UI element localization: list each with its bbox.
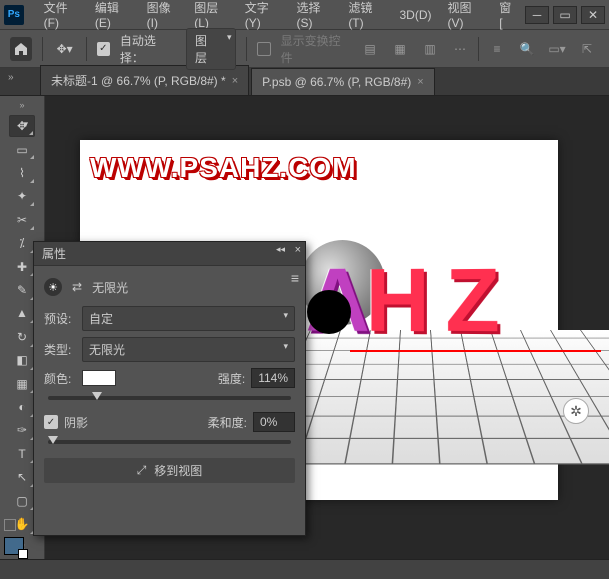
- type-tool[interactable]: T: [9, 443, 35, 464]
- properties-panel: 属性 ◂◂ × ≡ ☀ ⇄ 无限光 预设: 自定 类型: 无限光 颜色: 强度:…: [33, 241, 306, 536]
- panel-collapse-icon[interactable]: ◂◂: [276, 244, 285, 255]
- softness-slider[interactable]: [48, 440, 291, 444]
- 3d-letter-h: H: [366, 250, 430, 354]
- menu-type[interactable]: 文字(Y): [237, 0, 289, 30]
- menu-filter[interactable]: 滤镜(T): [340, 0, 391, 30]
- pen-tool[interactable]: ✑: [9, 420, 35, 441]
- intensity-label: 强度:: [218, 370, 245, 387]
- expand-tabs-icon[interactable]: »: [8, 72, 14, 83]
- horizon-line: [350, 350, 601, 352]
- tab-1-close-icon[interactable]: ×: [232, 75, 238, 87]
- align-right-icon[interactable]: ▥: [418, 37, 442, 61]
- minimize-button[interactable]: ─: [525, 6, 549, 24]
- close-button[interactable]: ✕: [581, 6, 605, 24]
- move-to-view-icon: ⤢: [137, 463, 147, 478]
- shadow-label: 阴影: [64, 414, 88, 431]
- 3d-mode-icon[interactable]: ≡: [485, 37, 509, 61]
- menu-select[interactable]: 选择(S): [289, 0, 341, 30]
- default-colors-icon[interactable]: [4, 519, 16, 531]
- align-left-icon[interactable]: ▤: [358, 37, 382, 61]
- align-center-icon[interactable]: ▦: [388, 37, 412, 61]
- intensity-slider[interactable]: [48, 396, 291, 400]
- panel-menu-icon[interactable]: ≡: [291, 270, 299, 286]
- blur-tool[interactable]: ◐: [9, 396, 35, 417]
- healing-tool[interactable]: ✚: [9, 256, 35, 277]
- menu-image[interactable]: 图像(I): [139, 0, 187, 30]
- 3d-widget-button[interactable]: ✲: [563, 398, 589, 424]
- workspace-icon[interactable]: ▭▾: [545, 37, 569, 61]
- separator: [86, 37, 87, 61]
- move-to-view-button[interactable]: ⤢ 移到视图: [44, 458, 295, 483]
- shadow-checkbox[interactable]: ✓: [44, 415, 58, 429]
- toolbox-expand-icon[interactable]: »: [19, 100, 24, 110]
- tab-2-close-icon[interactable]: ×: [417, 76, 423, 88]
- light-type-label: 无限光: [92, 279, 128, 296]
- lasso-tool[interactable]: ⌇: [9, 162, 35, 183]
- menu-3d[interactable]: 3D(D): [391, 8, 439, 22]
- magic-wand-tool[interactable]: ✦: [9, 186, 35, 207]
- history-brush-tool[interactable]: ↻: [9, 326, 35, 347]
- ps-logo: Ps: [4, 5, 24, 25]
- autoselect-label: 自动选择：: [120, 32, 176, 66]
- search-icon[interactable]: 🔍: [515, 37, 539, 61]
- intensity-value[interactable]: 114%: [251, 368, 295, 388]
- light-widget[interactable]: [307, 290, 351, 334]
- tab-2-label: P.psb @ 66.7% (P, RGB/8#): [262, 75, 411, 89]
- type-label: 类型:: [44, 341, 76, 358]
- share-icon[interactable]: ⇱: [575, 37, 599, 61]
- move-to-view-label: 移到视图: [154, 462, 202, 479]
- panel-title[interactable]: 属性: [42, 245, 66, 262]
- 3d-letter-z: Z: [445, 250, 499, 354]
- move-tool[interactable]: ✥: [9, 115, 35, 137]
- menu-layer[interactable]: 图层(L): [186, 0, 237, 30]
- stamp-tool[interactable]: ▲: [9, 303, 35, 324]
- statusbar: [0, 559, 609, 579]
- tab-1-label: 未标题-1 @ 66.7% (P, RGB/8#) *: [51, 72, 226, 89]
- maximize-button[interactable]: ▭: [553, 6, 577, 24]
- separator: [246, 37, 247, 61]
- shape-tool[interactable]: ▢: [9, 490, 35, 511]
- more-icon[interactable]: ⋯: [448, 37, 472, 61]
- path-tool[interactable]: ↖: [9, 466, 35, 487]
- separator: [42, 37, 43, 61]
- showtransform-checkbox[interactable]: [257, 42, 270, 56]
- gradient-tool[interactable]: ▦: [9, 373, 35, 394]
- light-icon: ☀: [44, 278, 62, 296]
- color-swatches[interactable]: [4, 519, 24, 555]
- eraser-tool[interactable]: ◧: [9, 350, 35, 371]
- menu-file[interactable]: 文件(F): [36, 0, 87, 30]
- eyedropper-tool[interactable]: ⁒: [9, 233, 35, 254]
- autoselect-dropdown[interactable]: 图层: [186, 28, 236, 70]
- document-tab-1[interactable]: 未标题-1 @ 66.7% (P, RGB/8#) * ×: [40, 65, 249, 95]
- autoselect-checkbox[interactable]: ✓: [97, 42, 110, 56]
- softness-label: 柔和度:: [208, 414, 247, 431]
- menu-window[interactable]: 窗[: [491, 0, 521, 30]
- showtransform-label: 显示变换控件: [281, 32, 348, 66]
- preset-select[interactable]: 自定: [82, 306, 295, 331]
- foreground-swatch[interactable]: [4, 537, 24, 555]
- infinite-icon: ⇄: [72, 280, 82, 294]
- crop-tool[interactable]: ✂: [9, 209, 35, 230]
- color-swatch[interactable]: [82, 370, 116, 386]
- menu-edit[interactable]: 编辑(E): [87, 0, 139, 30]
- background-swatch[interactable]: [18, 549, 28, 559]
- home-button[interactable]: [10, 37, 32, 61]
- document-tab-2[interactable]: P.psb @ 66.7% (P, RGB/8#) ×: [251, 68, 435, 95]
- move-tool-icon[interactable]: ✥▾: [53, 37, 75, 61]
- menu-view[interactable]: 视图(V): [439, 0, 491, 30]
- watermark-text: WWW.PSAHZ.COM: [90, 152, 357, 184]
- separator: [478, 37, 479, 61]
- marquee-tool[interactable]: ▭: [9, 139, 35, 160]
- panel-close-icon[interactable]: ×: [295, 244, 301, 256]
- brush-tool[interactable]: ✎: [9, 279, 35, 300]
- softness-value[interactable]: 0%: [253, 412, 295, 432]
- preset-label: 预设:: [44, 310, 76, 327]
- type-select[interactable]: 无限光: [82, 337, 295, 362]
- color-label: 颜色:: [44, 370, 76, 387]
